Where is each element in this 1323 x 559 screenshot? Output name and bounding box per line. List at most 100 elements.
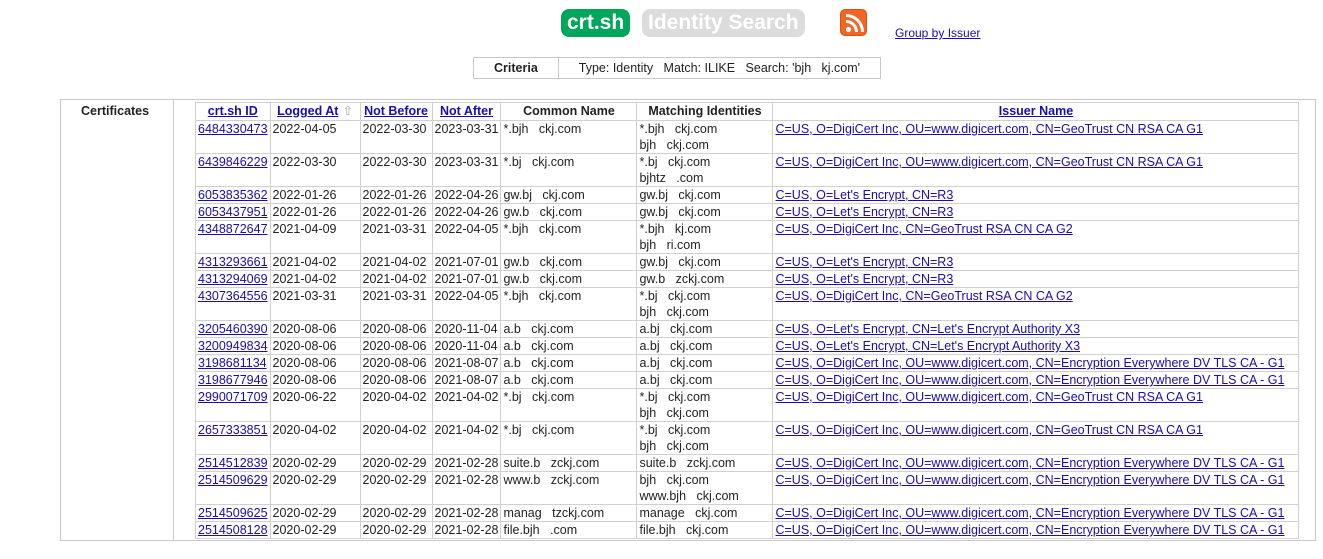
cell-issuer-name[interactable]: C=US, O=DigiCert Inc, OU=www.digicert.co…: [772, 354, 1300, 372]
cell-issuer-name[interactable]: C=US, O=DigiCert Inc, OU=www.digicert.co…: [772, 504, 1300, 522]
col-not-before[interactable]: Not Before: [359, 102, 433, 121]
issuer-name-link[interactable]: C=US, O=Let's Encrypt, CN=R3: [775, 188, 953, 202]
not-before-value: 2021-03-31: [362, 222, 427, 236]
cell-issuer-name[interactable]: C=US, O=Let's Encrypt, CN=Let's Encrypt …: [772, 337, 1300, 355]
cell-issuer-name[interactable]: C=US, O=DigiCert Inc, OU=www.digicert.co…: [772, 371, 1300, 389]
cell-common-name: *.bj ckj.com: [500, 388, 638, 422]
cell-crtsh-id[interactable]: 4313294069: [195, 270, 271, 288]
cell-not-after: 2021-02-28: [431, 454, 502, 472]
crtsh-id-link[interactable]: 4348872647: [198, 222, 268, 236]
rss-feed-icon[interactable]: [840, 9, 867, 36]
issuer-name-link[interactable]: C=US, O=DigiCert Inc, OU=www.digicert.co…: [775, 373, 1284, 387]
issuer-name-link[interactable]: C=US, O=DigiCert Inc, OU=www.digicert.co…: [775, 423, 1202, 437]
issuer-name-link[interactable]: C=US, O=DigiCert Inc, OU=www.digicert.co…: [775, 523, 1284, 537]
crtsh-id-link[interactable]: 3200949834: [198, 339, 268, 353]
crtsh-id-link[interactable]: 2514509629: [198, 473, 268, 487]
crtsh-id-link[interactable]: 2514509625: [198, 506, 268, 520]
issuer-name-link[interactable]: C=US, O=DigiCert Inc, OU=www.digicert.co…: [775, 506, 1284, 520]
cell-issuer-name[interactable]: C=US, O=DigiCert Inc, OU=www.digicert.co…: [772, 521, 1300, 539]
cell-crtsh-id[interactable]: 3200949834: [195, 337, 271, 355]
table-row: 3198681134 2020-08-06 2020-08-06 2021-08-07…: [195, 354, 1300, 372]
sort-by-id-link[interactable]: crt.sh ID: [208, 104, 258, 118]
not-before-value: 2021-04-02: [362, 255, 427, 269]
cell-logged-at: 2022-01-26: [269, 186, 361, 204]
sort-by-issuer-link[interactable]: Issuer Name: [999, 104, 1073, 118]
issuer-name-link[interactable]: C=US, O=DigiCert Inc, OU=www.digicert.co…: [775, 390, 1202, 404]
cell-issuer-name[interactable]: C=US, O=DigiCert Inc, CN=GeoTrust RSA CN…: [772, 220, 1300, 254]
group-by-issuer-link[interactable]: Group by Issuer: [895, 26, 980, 40]
common-name-value: a.b ckj.com: [503, 322, 574, 336]
crtsh-id-link[interactable]: 6484330473: [198, 122, 268, 136]
col-crtsh-id[interactable]: crt.sh ID: [195, 102, 271, 121]
matching-identity-value: bjh ckj.com: [639, 473, 709, 487]
issuer-name-link[interactable]: C=US, O=DigiCert Inc, OU=www.digicert.co…: [775, 356, 1284, 370]
cell-matching-identities: gw.bj ckj.com: [636, 203, 774, 221]
cell-crtsh-id[interactable]: 2657333851: [195, 421, 271, 455]
cell-logged-at: 2021-03-31: [269, 287, 361, 321]
cell-issuer-name[interactable]: C=US, O=DigiCert Inc, OU=www.digicert.co…: [772, 471, 1300, 505]
cell-crtsh-id[interactable]: 2514509625: [195, 504, 271, 522]
crtsh-id-link[interactable]: 3198677946: [198, 373, 268, 387]
col-not-after[interactable]: Not After: [431, 102, 502, 121]
cell-issuer-name[interactable]: C=US, O=DigiCert Inc, OU=www.digicert.co…: [772, 421, 1300, 455]
cell-crtsh-id[interactable]: 6484330473: [195, 120, 271, 154]
issuer-name-link[interactable]: C=US, O=Let's Encrypt, CN=Let's Encrypt …: [775, 322, 1080, 336]
cell-not-before: 2021-04-02: [359, 270, 433, 288]
cell-crtsh-id[interactable]: 4348872647: [195, 220, 271, 254]
cell-crtsh-id[interactable]: 4307364556: [195, 287, 271, 321]
cell-issuer-name[interactable]: C=US, O=Let's Encrypt, CN=R3: [772, 270, 1300, 288]
col-logged-at[interactable]: Logged At ⇧: [269, 102, 361, 121]
cell-crtsh-id[interactable]: 3205460390: [195, 320, 271, 338]
crtsh-id-link[interactable]: 4313294069: [198, 272, 268, 286]
cell-crtsh-id[interactable]: 2990071709: [195, 388, 271, 422]
cell-crtsh-id[interactable]: 4313293661: [195, 253, 271, 271]
not-after-value: 2022-04-26: [434, 205, 499, 219]
crtsh-id-link[interactable]: 3205460390: [198, 322, 268, 336]
issuer-name-link[interactable]: C=US, O=Let's Encrypt, CN=R3: [775, 255, 953, 269]
crtsh-id-link[interactable]: 6053835362: [198, 188, 268, 202]
crtsh-id-link[interactable]: 2514512839: [198, 456, 268, 470]
crtsh-id-link[interactable]: 6439846229: [198, 155, 268, 169]
issuer-name-link[interactable]: C=US, O=Let's Encrypt, CN=R3: [775, 205, 953, 219]
brand-logo[interactable]: crt.sh: [561, 9, 631, 37]
crtsh-id-link[interactable]: 2657333851: [198, 423, 268, 437]
issuer-name-link[interactable]: C=US, O=DigiCert Inc, OU=www.digicert.co…: [775, 473, 1284, 487]
issuer-name-link[interactable]: C=US, O=DigiCert Inc, OU=www.digicert.co…: [775, 155, 1202, 169]
cell-crtsh-id[interactable]: 2514509629: [195, 471, 271, 505]
cell-issuer-name[interactable]: C=US, O=DigiCert Inc, OU=www.digicert.co…: [772, 388, 1300, 422]
crtsh-id-link[interactable]: 2514508128: [198, 523, 268, 537]
cell-issuer-name[interactable]: C=US, O=Let's Encrypt, CN=R3: [772, 253, 1300, 271]
cell-issuer-name[interactable]: C=US, O=DigiCert Inc, OU=www.digicert.co…: [772, 454, 1300, 472]
cell-crtsh-id[interactable]: 2514512839: [195, 454, 271, 472]
cell-crtsh-id[interactable]: 2514508128: [195, 521, 271, 539]
matching-identity-value: suite.b zckj.com: [639, 456, 736, 470]
sort-by-not-before-link[interactable]: Not Before: [364, 104, 428, 118]
col-issuer-name[interactable]: Issuer Name: [772, 102, 1300, 121]
issuer-name-link[interactable]: C=US, O=DigiCert Inc, OU=www.digicert.co…: [775, 456, 1284, 470]
crtsh-id-link[interactable]: 6053437951: [198, 205, 268, 219]
cell-crtsh-id[interactable]: 3198677946: [195, 371, 271, 389]
certificates-label: Certificates: [81, 104, 150, 118]
issuer-name-link[interactable]: C=US, O=Let's Encrypt, CN=R3: [775, 272, 953, 286]
cell-issuer-name[interactable]: C=US, O=Let's Encrypt, CN=Let's Encrypt …: [772, 320, 1300, 338]
cell-issuer-name[interactable]: C=US, O=Let's Encrypt, CN=R3: [772, 186, 1300, 204]
crtsh-id-link[interactable]: 2990071709: [198, 390, 268, 404]
cell-issuer-name[interactable]: C=US, O=DigiCert Inc, OU=www.digicert.co…: [772, 153, 1300, 187]
cell-crtsh-id[interactable]: 6053835362: [195, 186, 271, 204]
cell-crtsh-id[interactable]: 6053437951: [195, 203, 271, 221]
crtsh-id-link[interactable]: 4313293661: [198, 255, 268, 269]
crtsh-id-link[interactable]: 4307364556: [198, 289, 268, 303]
cell-issuer-name[interactable]: C=US, O=DigiCert Inc, CN=GeoTrust RSA CN…: [772, 287, 1300, 321]
sort-by-not-after-link[interactable]: Not After: [440, 104, 493, 118]
cell-crtsh-id[interactable]: 6439846229: [195, 153, 271, 187]
issuer-name-link[interactable]: C=US, O=DigiCert Inc, OU=www.digicert.co…: [775, 122, 1202, 136]
crtsh-id-link[interactable]: 3198681134: [198, 356, 267, 370]
cell-crtsh-id[interactable]: 3198681134: [195, 354, 271, 372]
sort-by-logged-link[interactable]: Logged At: [277, 104, 338, 118]
cell-not-before: 2021-03-31: [359, 287, 433, 321]
cell-issuer-name[interactable]: C=US, O=DigiCert Inc, OU=www.digicert.co…: [772, 120, 1300, 154]
issuer-name-link[interactable]: C=US, O=DigiCert Inc, CN=GeoTrust RSA CN…: [775, 222, 1072, 236]
issuer-name-link[interactable]: C=US, O=DigiCert Inc, CN=GeoTrust RSA CN…: [775, 289, 1072, 303]
issuer-name-link[interactable]: C=US, O=Let's Encrypt, CN=Let's Encrypt …: [775, 339, 1080, 353]
cell-issuer-name[interactable]: C=US, O=Let's Encrypt, CN=R3: [772, 203, 1300, 221]
